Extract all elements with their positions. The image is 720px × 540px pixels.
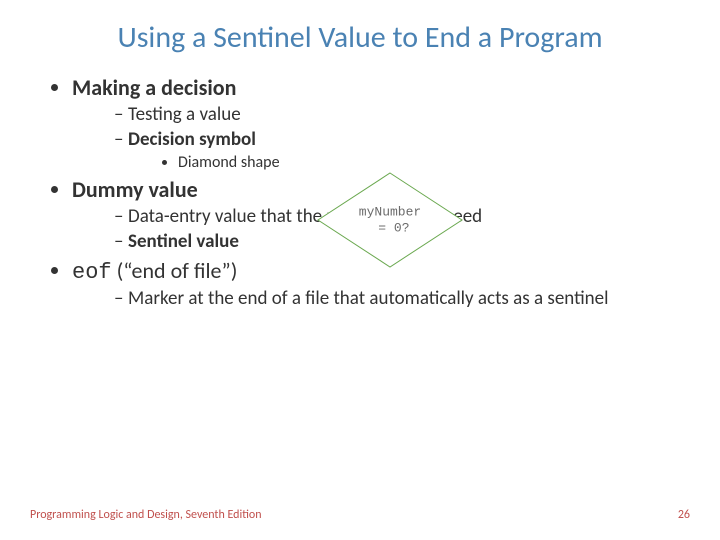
bullet-text: Diamond shape bbox=[178, 153, 280, 172]
footer-book-title: Programming Logic and Design, Seventh Ed… bbox=[30, 508, 262, 522]
bullet-text: Dummy value bbox=[72, 176, 198, 203]
eof-rest: (“end of file”) bbox=[112, 257, 238, 284]
eof-code: eof bbox=[72, 260, 112, 285]
slide: Using a Sentinel Value to End a Program … bbox=[0, 0, 720, 540]
footer-page-number: 26 bbox=[678, 508, 690, 522]
bullet-making-decision: Making a decision Testing a value Decisi… bbox=[72, 74, 670, 172]
diamond-label: myNumber = 0? bbox=[359, 204, 421, 235]
bullet-text: Marker at the end of a file that automat… bbox=[128, 287, 608, 310]
bullet-marker: Marker at the end of a file that automat… bbox=[114, 287, 670, 310]
page-title: Using a Sentinel Value to End a Program bbox=[50, 20, 670, 56]
decision-diamond: myNumber = 0? bbox=[310, 165, 470, 275]
bullet-text: Making a decision bbox=[72, 74, 236, 101]
bullet-text: Decision symbol bbox=[128, 128, 256, 151]
bullet-testing-value: Testing a value bbox=[114, 103, 670, 126]
bullet-text: Testing a value bbox=[128, 103, 241, 126]
bullet-text: Sentinel value bbox=[128, 230, 239, 253]
